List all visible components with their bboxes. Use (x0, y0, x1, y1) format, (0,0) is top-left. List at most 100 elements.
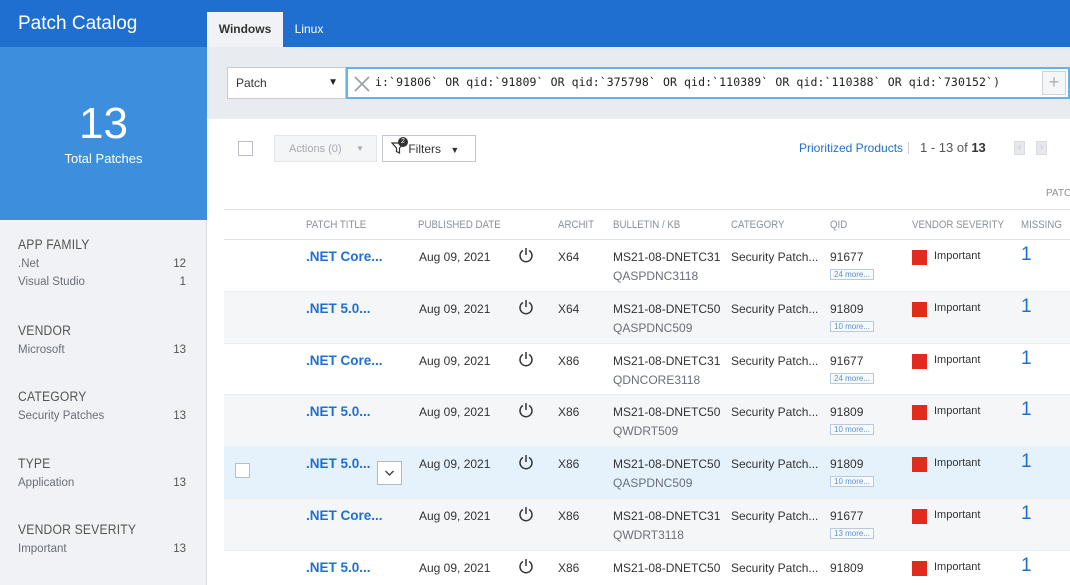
row-expand-button[interactable] (377, 461, 402, 486)
qid: 91677 (830, 508, 864, 523)
col-published-date[interactable]: PUBLISHED DATE (418, 219, 501, 231)
reboot-required-icon (518, 247, 534, 263)
close-icon[interactable] (353, 71, 373, 95)
vendor-severity: Important (934, 405, 981, 418)
actions-button[interactable]: Actions (0) ▼ (274, 135, 377, 162)
more-qids-badge[interactable]: 10 more... (830, 320, 875, 332)
col-architecture[interactable]: ARCHIT (558, 219, 594, 231)
previous-page-icon[interactable]: ‹ (1014, 141, 1025, 155)
architecture: X86 (558, 353, 580, 368)
patch-title-link[interactable]: .NET 5.0... (306, 560, 371, 575)
table-row[interactable]: .NET 5.0... Aug 09, 2021 X86 MS21-08-DNETC5… (224, 447, 1070, 499)
facet-item-net[interactable]: .Net 12 (18, 258, 186, 270)
severity-indicator (912, 405, 927, 421)
total-patches-count: 13 (79, 99, 128, 148)
missing-count-link[interactable]: 1 (1021, 399, 1032, 421)
missing-count-link[interactable]: 1 (1021, 503, 1032, 525)
qid: 91677 (830, 353, 864, 368)
patch-title-link[interactable]: .NET 5.0... (306, 404, 371, 419)
facet-app-family: APP FAMILY .Net 12 Visual Studio 1 (18, 237, 186, 288)
app-title: Patch Catalog (0, 0, 207, 47)
patch-title-link[interactable]: .NET Core... (306, 508, 383, 523)
vendor-severity: Important (934, 508, 981, 521)
col-bulletin-kb[interactable]: BULLETIN / KB (613, 219, 680, 231)
facet-item-security-patches[interactable]: Security Patches 13 (18, 410, 186, 422)
table-row[interactable]: .NET Core... Aug 09, 2021 X86 MS21-08-DNETC… (224, 344, 1070, 396)
col-vendor-severity[interactable]: VENDOR SEVERITY (912, 219, 1004, 231)
architecture: X86 (558, 560, 580, 575)
missing-count-link[interactable]: 1 (1021, 451, 1032, 473)
vendor-severity: Important (934, 353, 981, 366)
missing-count-link[interactable]: 1 (1021, 244, 1032, 266)
select-all-checkbox[interactable] (238, 141, 253, 156)
facet-item-count: 13 (173, 477, 186, 489)
category: Security Patch... (731, 353, 819, 368)
facet-title: APP FAMILY (18, 237, 90, 252)
tab-windows[interactable]: Windows (207, 12, 283, 47)
facet-item-visual-studio[interactable]: Visual Studio 1 (18, 276, 186, 288)
filters-button[interactable]: 2 Filters ▼ (382, 135, 476, 162)
filter-count-badge: 2 (398, 137, 408, 147)
bulletin: MS21-08-DNETC31 (613, 353, 721, 368)
pagination-total: 13 (971, 140, 986, 155)
reboot-required-icon (518, 402, 534, 418)
search-query-text: i:`91806` OR qid:`91809` OR qid:`375798`… (375, 75, 1001, 89)
os-tab-bar: Windows Linux (207, 0, 1070, 47)
reboot-required-icon (518, 351, 534, 367)
more-qids-badge[interactable]: 10 more... (830, 424, 875, 436)
missing-count-link[interactable]: 1 (1021, 296, 1032, 318)
patch-column-header: PATCH (1046, 188, 1070, 199)
facet-item-label: Important (18, 543, 67, 555)
facet-item-count: 1 (179, 276, 186, 288)
facet-item-label: Visual Studio (18, 276, 85, 288)
more-qids-badge[interactable]: 13 more... (830, 527, 875, 539)
patch-title-link[interactable]: .NET 5.0... (306, 456, 371, 471)
filter-icon: 2 (390, 137, 408, 154)
more-qids-badge[interactable]: 10 more... (830, 476, 875, 488)
facet-item-application[interactable]: Application 13 (18, 477, 186, 489)
facet-item-label: Microsoft (18, 344, 65, 356)
col-category[interactable]: CATEGORY (731, 219, 784, 231)
kb-id: QWDRT509 (613, 424, 679, 439)
severity-indicator (912, 508, 927, 524)
kb-id: QASPDNC3118 (613, 269, 699, 283)
col-qid[interactable]: QID (830, 219, 847, 231)
bulletin: MS21-08-DNETC50 (613, 405, 721, 420)
row-checkbox[interactable] (235, 463, 250, 479)
missing-count-link[interactable]: 1 (1021, 348, 1032, 370)
patch-title-link[interactable]: .NET 5.0... (306, 301, 371, 316)
col-patch-title[interactable]: PATCH TITLE (306, 219, 366, 231)
table-row[interactable]: .NET 5.0... Aug 09, 2021 X86 MS21-08-DNETC5… (224, 551, 1070, 585)
published-date: Aug 09, 2021 (419, 508, 491, 523)
facet-title: CATEGORY (18, 389, 87, 404)
add-icon[interactable]: + (1042, 71, 1066, 95)
facet-item-important[interactable]: Important 13 (18, 543, 186, 555)
more-qids-badge[interactable]: 24 more... (830, 269, 875, 280)
table-row[interactable]: .NET 5.0... Aug 09, 2021 X64 MS21-08-DNETC5… (224, 291, 1070, 344)
next-page-icon[interactable]: › (1036, 141, 1047, 155)
more-qids-badge[interactable]: 24 more... (830, 372, 875, 384)
patch-title-link[interactable]: .NET Core... (306, 353, 383, 368)
published-date: Aug 09, 2021 (419, 457, 491, 472)
tab-linux[interactable]: Linux (283, 12, 335, 47)
severity-indicator (912, 560, 927, 576)
facet-item-microsoft[interactable]: Microsoft 13 (18, 344, 186, 356)
query-type-select[interactable]: Patch ▼ (227, 67, 346, 99)
facet-item-label: Security Patches (18, 410, 105, 422)
search-input[interactable]: i:`91806` OR qid:`91809` OR qid:`375798`… (346, 67, 1070, 99)
col-missing[interactable]: MISSING (1021, 219, 1062, 231)
architecture: X64 (558, 250, 580, 264)
table-row[interactable]: .NET 5.0... Aug 09, 2021 X86 MS21-08-DNETC5… (224, 395, 1070, 448)
caret-down-icon: ▼ (328, 77, 338, 88)
qid: 91809 (830, 560, 864, 575)
patch-title-link[interactable]: .NET Core... (306, 249, 383, 264)
caret-down-icon: ▼ (356, 144, 364, 153)
reboot-required-icon (518, 506, 534, 522)
prioritized-products-link[interactable]: Prioritized Products (799, 141, 903, 155)
facet-category: CATEGORY Security Patches 13 (18, 389, 186, 422)
published-date: Aug 09, 2021 (419, 353, 491, 368)
table-row[interactable]: .NET Core... Aug 09, 2021 X64 MS21-08-DNETC… (224, 240, 1070, 292)
table-row[interactable]: .NET Core... Aug 09, 2021 X86 MS21-08-DNETC… (224, 498, 1070, 551)
reboot-required-icon (518, 558, 534, 574)
missing-count-link[interactable]: 1 (1021, 555, 1032, 577)
